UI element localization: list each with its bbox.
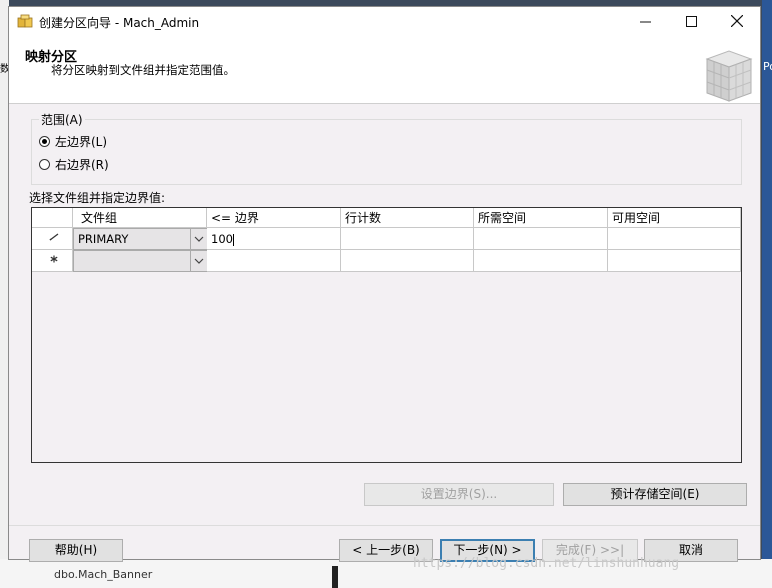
maximize-button[interactable] <box>668 7 714 37</box>
required-space-cell-new[interactable] <box>474 250 608 272</box>
radio-indicator[interactable] <box>39 158 50 170</box>
filegroup-combo-value: PRIMARY <box>78 232 129 246</box>
available-space-cell[interactable] <box>608 228 741 250</box>
help-button[interactable]: 帮助(H) <box>29 539 123 562</box>
pencil-icon <box>49 233 59 241</box>
radio-left-boundary[interactable]: 左边界(L) <box>39 132 107 150</box>
column-header-available-space[interactable]: 可用空间 <box>608 208 741 228</box>
set-boundary-button[interactable]: 设置边界(S)... <box>364 483 554 506</box>
combo-dropdown-button[interactable] <box>190 251 207 271</box>
filegroup-combo-new[interactable] <box>73 250 207 272</box>
close-button[interactable] <box>714 7 760 37</box>
grid-caption: 选择文件组并指定边界值: <box>29 191 166 205</box>
background-scroll-bar <box>332 566 338 588</box>
page-subtitle: 将分区映射到文件组并指定范围值。 <box>51 63 235 77</box>
row-indicator-new[interactable] <box>32 250 73 272</box>
row-indicator-edit[interactable] <box>32 228 73 250</box>
combo-dropdown-button[interactable] <box>190 229 207 249</box>
column-header-rowcount[interactable]: 行计数 <box>341 208 474 228</box>
radio-left-boundary-label: 左边界(L) <box>55 134 108 149</box>
column-header-filegroup[interactable]: 文件组 <box>73 208 207 228</box>
chevron-down-icon <box>194 236 204 242</box>
range-group <box>31 119 742 185</box>
filegroup-combo[interactable]: PRIMARY <box>73 228 207 250</box>
column-header-boundary[interactable]: <= 边界 <box>207 208 341 228</box>
background-app-right <box>762 0 772 588</box>
wizard-window: 创建分区向导 - Mach_Admin 映射分区 将分区映射到文件组并指定范围值… <box>8 6 761 562</box>
new-row-asterisk-icon <box>50 255 58 263</box>
required-space-cell[interactable] <box>474 228 608 250</box>
chevron-down-icon <box>194 258 204 264</box>
grid-corner-header <box>32 208 73 228</box>
watermark-text: https://blog.csdn.net/linshunhuang <box>413 556 680 571</box>
radio-right-boundary[interactable]: 右边界(R) <box>39 155 109 173</box>
minimize-button[interactable] <box>622 7 668 37</box>
radio-indicator-checked[interactable] <box>39 135 50 147</box>
database-wizard-icon <box>17 14 33 28</box>
column-header-required-space[interactable]: 所需空间 <box>474 208 608 228</box>
partition-grid[interactable]: 文件组 <= 边界 行计数 所需空间 可用空间 PRIMARY 100 <box>31 207 742 463</box>
background-right-text: Po <box>763 60 772 73</box>
maximize-icon <box>685 16 697 27</box>
close-icon <box>730 14 744 28</box>
range-group-label: 范围(A) <box>39 111 85 128</box>
wizard-header: 映射分区 将分区映射到文件组并指定范围值。 <box>9 37 760 104</box>
cube-grid-icon <box>705 50 753 102</box>
rowcount-cell-new[interactable] <box>341 250 474 272</box>
boundary-cell-input[interactable]: 100 <box>207 228 341 250</box>
available-space-cell-new[interactable] <box>608 250 741 272</box>
radio-right-boundary-label: 右边界(R) <box>55 157 109 172</box>
boundary-value: 100 <box>211 232 233 246</box>
window-title: 创建分区向导 - Mach_Admin <box>39 16 200 30</box>
footer-separator <box>9 525 760 526</box>
boundary-cell-new[interactable] <box>207 250 341 272</box>
title-bar[interactable]: 创建分区向导 - Mach_Admin <box>9 7 760 37</box>
estimate-storage-button[interactable]: 预计存储空间(E) <box>563 483 747 506</box>
background-tree-item: dbo.Mach_Banner <box>54 568 153 581</box>
rowcount-cell[interactable] <box>341 228 474 250</box>
minimize-icon <box>639 21 651 23</box>
